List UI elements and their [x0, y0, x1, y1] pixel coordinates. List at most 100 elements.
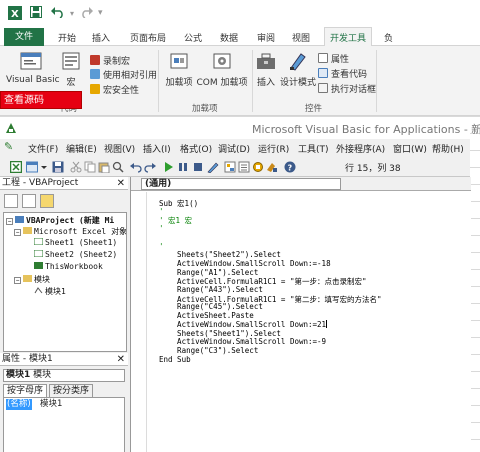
- properties-button[interactable]: 属性: [318, 52, 349, 65]
- tree-node-module1[interactable]: 模块1: [34, 286, 66, 297]
- menu-insert[interactable]: 插入(I): [143, 142, 171, 155]
- menu-addins[interactable]: 外接程序(A): [336, 142, 385, 155]
- macro-button[interactable]: 宏: [60, 50, 82, 88]
- toolbox-icon[interactable]: [266, 161, 278, 173]
- menu-view[interactable]: 视图(V): [104, 142, 135, 155]
- run-icon[interactable]: [162, 161, 174, 173]
- code-line[interactable]: Range("A1").Select: [159, 268, 258, 277]
- insert-control-button[interactable]: 插入: [255, 50, 277, 88]
- view-object-icon[interactable]: [22, 194, 36, 208]
- relative-reference-button[interactable]: 使用相对引用: [90, 68, 157, 81]
- tab-formulas[interactable]: 公式: [184, 31, 202, 44]
- tab-page-layout[interactable]: 页面布局: [130, 31, 166, 44]
- tree-node-vbaproject[interactable]: − VBAProject (新建 Mi: [6, 215, 114, 226]
- design-mode-icon[interactable]: [207, 161, 219, 173]
- code-line[interactable]: End Sub: [159, 355, 191, 364]
- find-icon[interactable]: [112, 161, 124, 173]
- tab-review[interactable]: 审阅: [257, 31, 275, 44]
- design-mode-button[interactable]: 设计模式: [280, 50, 316, 88]
- record-macro-button[interactable]: 录制宏: [90, 54, 130, 67]
- properties-object-combo[interactable]: 模块1 模块: [3, 369, 125, 382]
- tree-node-sheet2[interactable]: Sheet2 (Sheet2): [34, 250, 117, 259]
- undo-icon[interactable]: [50, 6, 66, 22]
- redo-icon[interactable]: [144, 161, 156, 173]
- code-line[interactable]: Range("A43").Select: [159, 285, 263, 294]
- code-line[interactable]: ActiveSheet.Paste: [159, 311, 254, 320]
- tab-more[interactable]: 负: [384, 31, 393, 44]
- close-icon[interactable]: ✕: [117, 353, 125, 365]
- undo-dropdown-icon[interactable]: ▾: [70, 9, 74, 18]
- property-row-name[interactable]: (名称) 模块1: [4, 399, 124, 410]
- run-dialog-button[interactable]: 执行对话框: [318, 82, 376, 95]
- code-gutter[interactable]: [131, 192, 147, 452]
- copy-icon[interactable]: [84, 161, 96, 173]
- property-value[interactable]: 模块1: [40, 399, 62, 410]
- code-line[interactable]: Sheets("Sheet2").Select: [159, 250, 281, 259]
- code-line[interactable]: Sheets("Sheet1").Select: [159, 329, 281, 338]
- tab-categorized[interactable]: 按分类序: [49, 384, 94, 397]
- code-line[interactable]: ': [159, 242, 164, 251]
- view-code-icon[interactable]: [4, 194, 18, 208]
- tab-insert[interactable]: 插入: [92, 31, 110, 44]
- tab-view[interactable]: 视图: [292, 31, 310, 44]
- object-browser-icon[interactable]: [252, 161, 264, 173]
- reset-icon[interactable]: [192, 161, 204, 173]
- menu-debug[interactable]: 调试(D): [218, 142, 250, 155]
- insert-module-icon[interactable]: [26, 161, 38, 173]
- tab-home[interactable]: 开始: [58, 31, 76, 44]
- code-line[interactable]: Range("C45").Select: [159, 302, 263, 311]
- visual-basic-button[interactable]: Visual Basic: [6, 50, 60, 85]
- code-line[interactable]: Range("C3").Select: [159, 346, 258, 355]
- tree-node-thisworkbook[interactable]: ThisWorkbook: [34, 262, 103, 271]
- tree-node-excel-objects[interactable]: − Microsoft Excel 对象: [14, 226, 126, 237]
- close-icon[interactable]: ✕: [117, 177, 125, 189]
- menu-window[interactable]: 窗口(W): [393, 142, 427, 155]
- code-line[interactable]: ': [159, 207, 164, 216]
- code-line[interactable]: ': [159, 224, 164, 233]
- tree-node-sheet1[interactable]: Sheet1 (Sheet1): [34, 238, 117, 247]
- properties-grid[interactable]: (名称) 模块1: [3, 397, 125, 452]
- insert-dropdown-icon[interactable]: [41, 161, 47, 173]
- collapse-icon[interactable]: −: [14, 229, 21, 236]
- code-line[interactable]: ' 宏1 宏: [159, 215, 192, 226]
- toggle-folders-icon[interactable]: [40, 194, 54, 208]
- help-icon[interactable]: ?: [284, 161, 296, 173]
- view-source-red-label[interactable]: 查看源码: [0, 91, 82, 109]
- tab-data[interactable]: 数据: [220, 31, 238, 44]
- tab-developer[interactable]: 开发工具: [324, 27, 373, 46]
- menu-edit[interactable]: 编辑(E): [66, 142, 97, 155]
- menu-file[interactable]: 文件(F): [28, 142, 58, 155]
- customize-qat-icon[interactable]: ▾: [98, 8, 103, 18]
- code-line[interactable]: Sub 宏1(): [159, 198, 198, 209]
- break-icon[interactable]: [177, 161, 189, 173]
- menu-tools[interactable]: 工具(T): [298, 142, 329, 155]
- project-tree[interactable]: − VBAProject (新建 Mi − Microsoft Excel 对象 S…: [3, 212, 127, 352]
- view-code-button[interactable]: 查看代码: [318, 67, 367, 80]
- code-editor[interactable]: Sub 宏1() ' ' 宏1 宏 ' ' Sheets("Sheet2").Selec…: [131, 192, 471, 452]
- undo-icon[interactable]: [130, 161, 142, 173]
- tab-alphabetic[interactable]: 按字母序: [3, 384, 48, 397]
- addins-button[interactable]: 加载项: [162, 50, 196, 88]
- macro-security-button[interactable]: 宏安全性: [90, 83, 139, 96]
- collapse-icon[interactable]: −: [6, 218, 13, 225]
- code-line[interactable]: ActiveWindow.SmallScroll Down:=21: [159, 319, 328, 329]
- com-addins-button[interactable]: COM 加载项: [196, 50, 248, 88]
- vba-menu-icon[interactable]: ✎: [4, 140, 13, 153]
- menu-run[interactable]: 运行(R): [258, 142, 289, 155]
- object-combo[interactable]: (通用): [141, 178, 341, 190]
- tab-file[interactable]: 文件: [4, 28, 44, 46]
- code-line[interactable]: ActiveWindow.SmallScroll Down:=-9: [159, 337, 326, 346]
- tree-node-modules[interactable]: − 模块: [14, 274, 50, 285]
- save-icon[interactable]: [52, 161, 64, 173]
- menu-format[interactable]: 格式(O): [180, 142, 212, 155]
- project-explorer-icon[interactable]: [224, 161, 236, 173]
- cut-icon[interactable]: [70, 161, 82, 173]
- properties-window-icon[interactable]: [238, 161, 250, 173]
- excel-view-icon[interactable]: [10, 161, 22, 173]
- collapse-icon[interactable]: −: [14, 277, 21, 284]
- menu-help[interactable]: 帮助(H): [432, 142, 464, 155]
- code-line[interactable]: ActiveWindow.SmallScroll Down:=-18: [159, 259, 331, 268]
- save-icon[interactable]: [30, 6, 42, 22]
- paste-icon[interactable]: [98, 161, 110, 173]
- redo-icon[interactable]: [80, 6, 94, 22]
